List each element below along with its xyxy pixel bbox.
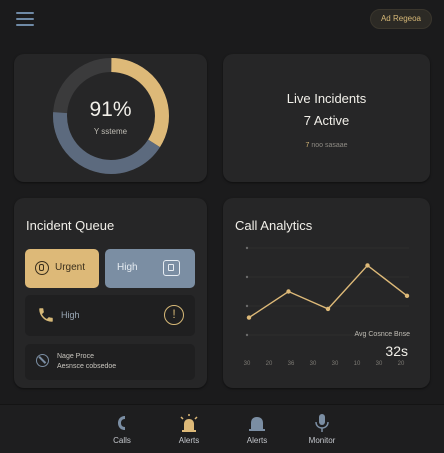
bottom-navigation: Calls Alerts Alerts Monitor [0, 404, 444, 453]
call-analytics-card: Call Analytics 30 20 36 30 30 10 30 20 Avg Cosn… [223, 198, 430, 388]
phone-icon [118, 416, 125, 430]
nav-item-calls[interactable]: Calls [92, 413, 152, 445]
data-point [404, 293, 410, 299]
axis-tick [245, 275, 249, 279]
live-incidents-sub: 7 noo sasaae [223, 142, 430, 149]
blocked-icon [36, 354, 49, 367]
live-incidents-card[interactable]: Live Incidents 7 Active 7 noo sasaae [223, 54, 430, 182]
phone-icon [39, 308, 53, 322]
x-tick-label: 30 [244, 361, 251, 367]
axis-tick [245, 333, 249, 337]
x-tick-label: 20 [266, 361, 273, 367]
x-tick-label: 30 [332, 361, 339, 367]
x-tick-label: 36 [288, 361, 295, 367]
avg-stat-label: Avg Cosnce Bnse [354, 331, 410, 338]
live-sub-prefix: 7 [305, 142, 310, 149]
priority-high-icon [163, 260, 180, 276]
incident-queue-title: Incident Queue [26, 218, 115, 233]
incident-queue-card: Incident Queue Urgent High High ! Nage P… [14, 198, 207, 388]
urgent-label: Urgent [55, 262, 86, 273]
live-incidents-title: Live Incidents [286, 91, 367, 106]
queue-item-subtitle: Aesnsce cobsedoe [57, 363, 117, 370]
region-selector[interactable]: Ad Regeoa [369, 9, 432, 29]
x-tick-label: 10 [354, 361, 361, 367]
bell-icon [249, 417, 265, 431]
axis-tick [245, 246, 249, 250]
nav-item-alerts-secondary[interactable]: Alerts [227, 413, 287, 445]
alert-info-icon[interactable]: ! [164, 305, 184, 325]
data-point [365, 263, 370, 268]
siren-icon [180, 414, 198, 432]
urgent-filter-button[interactable]: Urgent [25, 249, 99, 288]
live-sub-text: noo sasaae [311, 142, 348, 149]
hamburger-menu-icon[interactable] [16, 12, 34, 26]
queue-item-label: High [61, 310, 80, 320]
resolution-caption: Y ssteme [93, 127, 128, 136]
data-point [286, 289, 291, 294]
nav-label-monitor: Monitor [308, 436, 336, 445]
nav-label-calls: Calls [113, 436, 131, 445]
microphone-icon [315, 414, 329, 432]
resolution-percent: 91% [89, 98, 132, 121]
x-tick-label: 30 [376, 361, 383, 367]
x-tick-label: 20 [398, 361, 405, 367]
high-label: High [117, 262, 138, 273]
axis-tick [245, 304, 249, 308]
x-tick-label: 30 [310, 361, 317, 367]
call-analytics-chart: 30 20 36 30 30 10 30 20 [244, 246, 410, 367]
nav-label-alerts: Alerts [178, 436, 200, 445]
top-bar: Ad Regeoa [0, 0, 444, 40]
nav-item-alerts[interactable]: Alerts [159, 413, 219, 445]
queue-item-high[interactable]: High ! [25, 295, 195, 336]
nav-label-alerts-secondary: Alerts [246, 436, 268, 445]
resolution-summary-card: 91% Y ssteme [14, 54, 207, 182]
live-incidents-count: 7 Active [303, 113, 350, 128]
data-point [246, 315, 252, 320]
queue-item-page[interactable]: Nage Proce Aesnsce cobsedoe [25, 344, 195, 380]
nav-item-monitor[interactable]: Monitor [292, 413, 352, 445]
high-filter-button[interactable]: High [105, 249, 195, 288]
queue-item-title: Nage Proce [57, 353, 94, 360]
urgent-badge-icon [35, 261, 49, 275]
avg-stat-value: 32s [385, 343, 408, 359]
data-point [325, 306, 331, 312]
